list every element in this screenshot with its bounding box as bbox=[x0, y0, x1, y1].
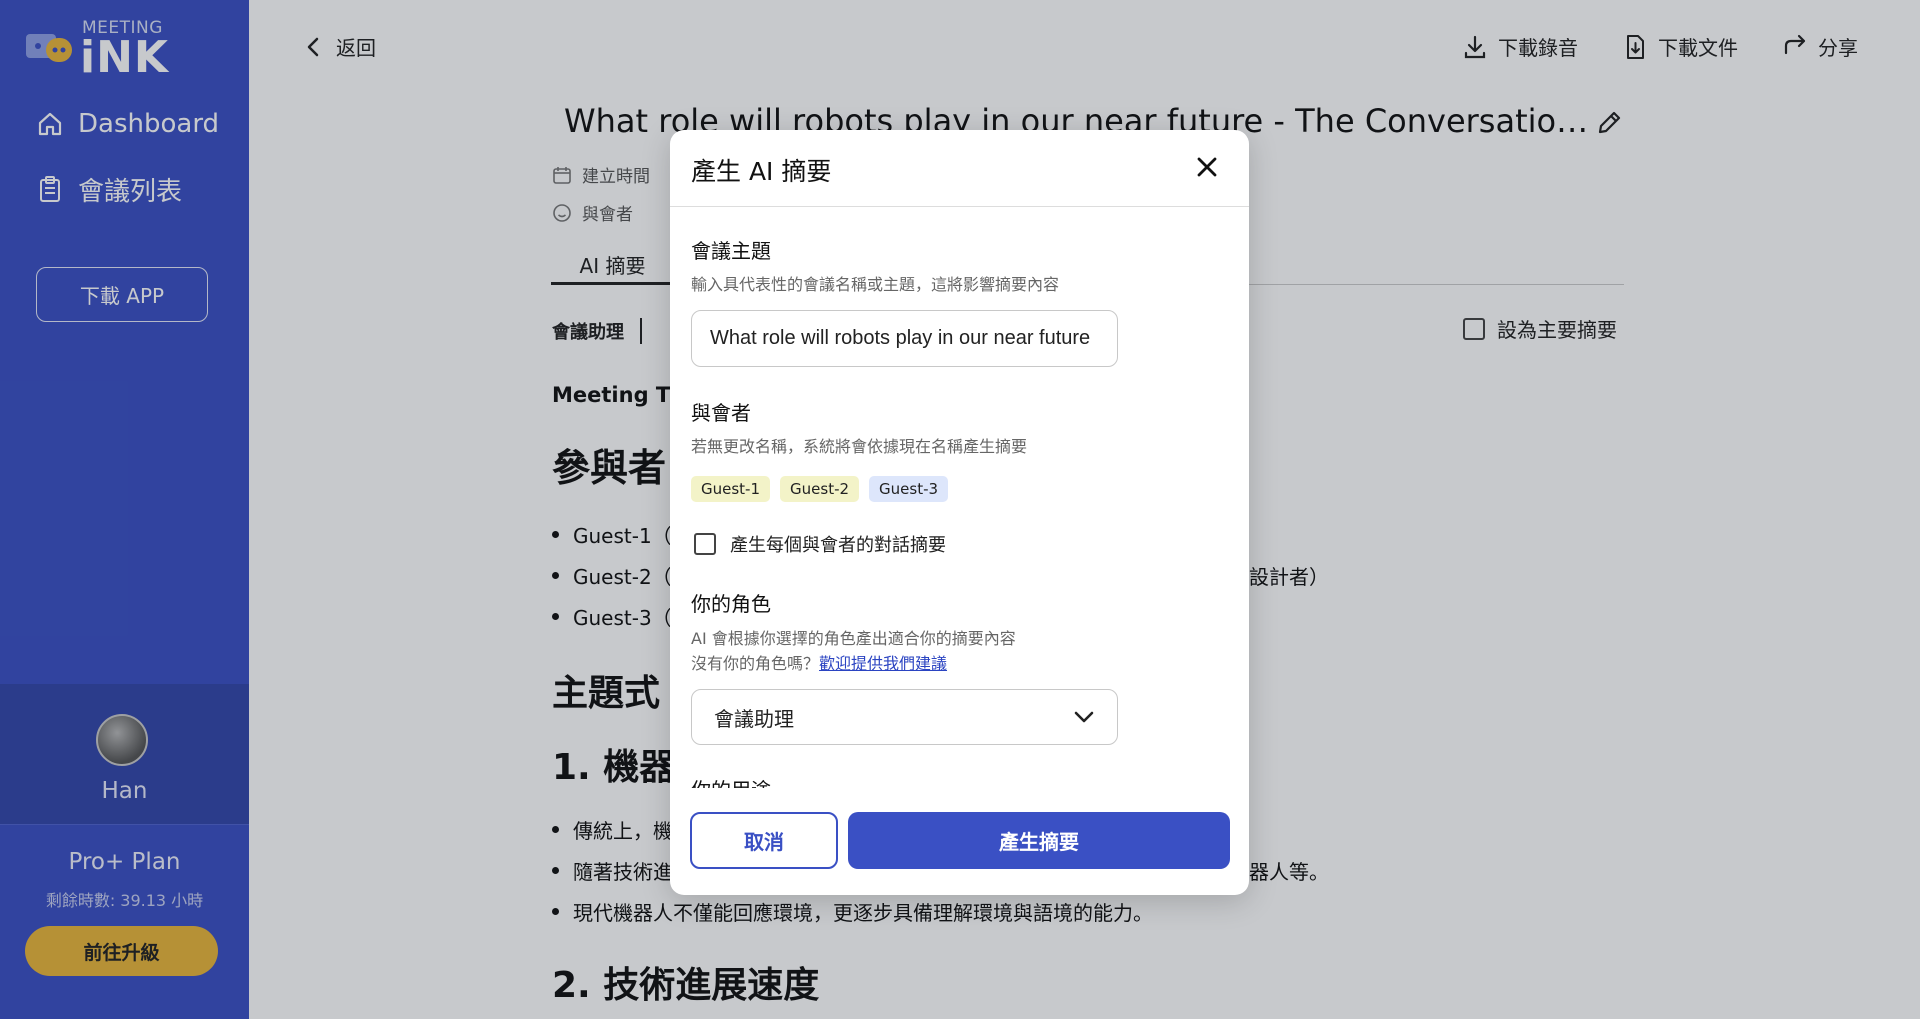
participants-hint: 若無更改名稱，系統將會依據現在名稱產生摘要 bbox=[691, 437, 1028, 456]
participant-tag[interactable]: Guest-1 bbox=[691, 476, 771, 502]
generate-summary-button[interactable]: 產生摘要 bbox=[848, 812, 1230, 869]
topic-input[interactable] bbox=[691, 310, 1118, 367]
cancel-button[interactable]: 取消 bbox=[690, 812, 838, 869]
role-hint: AI 會根據你選擇的角色產出適合你的摘要內容 bbox=[691, 629, 1016, 648]
topic-label: 會議主題 bbox=[691, 239, 771, 263]
role-select-value: 會議助理 bbox=[714, 706, 794, 731]
participant-tags: Guest-1 Guest-2 Guest-3 bbox=[691, 476, 949, 502]
purpose-label: 你的用途 bbox=[691, 774, 771, 788]
each-summary-label: 產生每個與會者的對話摘要 bbox=[730, 535, 946, 556]
participant-tag[interactable]: Guest-3 bbox=[869, 476, 949, 502]
close-button[interactable] bbox=[1192, 152, 1222, 182]
chevron-down-icon bbox=[1074, 711, 1094, 723]
close-icon bbox=[1197, 157, 1217, 177]
role-hint-prefix: 沒有你的角色嗎？ bbox=[691, 654, 820, 673]
each-participant-summary[interactable]: 產生每個與會者的對話摘要 bbox=[694, 531, 946, 557]
each-summary-checkbox[interactable] bbox=[694, 533, 716, 555]
ai-summary-modal: 產生 AI 摘要 會議主題 輸入具代表性的會議名稱或主題，這將影響摘要內容 與會… bbox=[670, 130, 1249, 895]
participants-label: 與會者 bbox=[691, 401, 751, 425]
topic-hint: 輸入具代表性的會議名稱或主題，這將影響摘要內容 bbox=[691, 275, 1060, 294]
participant-tag[interactable]: Guest-2 bbox=[780, 476, 860, 502]
suggestion-link[interactable]: 歡迎提供我們建議 bbox=[819, 654, 947, 673]
role-select[interactable]: 會議助理 bbox=[691, 689, 1118, 745]
role-label: 你的角色 bbox=[691, 592, 771, 616]
modal-title: 產生 AI 摘要 bbox=[691, 157, 832, 186]
modal-header: 產生 AI 摘要 bbox=[670, 130, 1249, 207]
role-hint-2: 沒有你的角色嗎？歡迎提供我們建議 bbox=[691, 650, 947, 674]
